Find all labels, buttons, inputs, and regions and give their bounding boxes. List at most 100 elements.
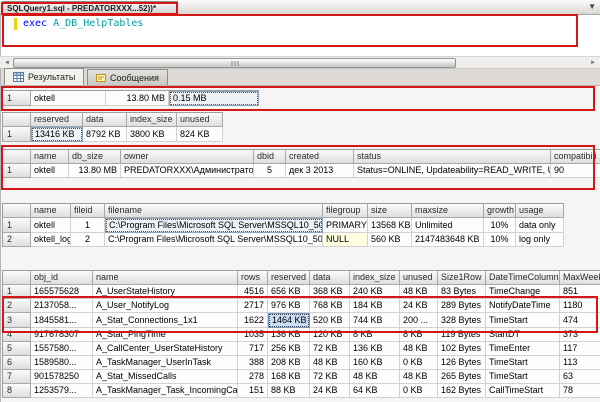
column-header[interactable]: name <box>31 150 69 164</box>
row-header[interactable]: 1 <box>3 218 31 233</box>
grid-cell[interactable]: 256 KB <box>268 342 310 356</box>
grid-cell[interactable]: C:\Program Files\Microsoft SQL Server\MS… <box>105 233 323 247</box>
tab-messages[interactable]: Сообщения <box>87 69 168 85</box>
column-header[interactable]: unused <box>400 271 438 285</box>
grid-cell[interactable]: 63 <box>560 370 600 384</box>
grid-cell[interactable]: 24 KB <box>310 384 350 398</box>
scroll-right-icon[interactable]: ► <box>588 58 598 68</box>
column-header[interactable]: db_size <box>69 150 121 164</box>
grid-cell[interactable]: A_CallCenter_UserStateHistory <box>93 342 238 356</box>
row-header[interactable]: 6 <box>3 356 31 370</box>
grid-cell[interactable]: 1622 <box>238 313 268 328</box>
grid-cell[interactable]: A_UserStateHistory <box>93 285 238 299</box>
column-header[interactable]: index_size <box>127 113 177 127</box>
grid-cell[interactable]: 368 KB <box>310 285 350 299</box>
grid-cell[interactable]: A_Stat_PingTime <box>93 328 238 342</box>
grid-cell[interactable]: дек 3 2013 <box>286 164 354 178</box>
grid-cell[interactable]: 88 KB <box>268 384 310 398</box>
column-header[interactable]: rows <box>238 271 268 285</box>
column-header[interactable]: Size1Row <box>438 271 486 285</box>
grid-cell[interactable]: TimeChange <box>486 285 560 299</box>
grid-cell[interactable]: Unlimited <box>412 218 484 233</box>
grid-cell[interactable]: 656 KB <box>268 285 310 299</box>
grid-cell[interactable]: data only <box>516 218 564 233</box>
grid-cell[interactable]: TimeEnter <box>486 342 560 356</box>
grid-cell[interactable]: 901578250 <box>31 370 93 384</box>
grid-cell[interactable]: 48 KB <box>400 370 438 384</box>
column-header[interactable]: owner <box>121 150 254 164</box>
grid-corner-cell[interactable] <box>3 204 31 218</box>
grid-cell[interactable]: oktell_log <box>31 233 71 247</box>
grid-cell[interactable]: 851 <box>560 285 600 299</box>
grid-cell[interactable]: 265 Bytes <box>438 370 486 384</box>
grid-cell[interactable]: A_TaskManager_UserInTask <box>93 356 238 370</box>
grid-cell[interactable]: 1557580... <box>31 342 93 356</box>
grid-cell[interactable]: 560 KB <box>368 233 412 247</box>
grid-cell[interactable]: 373 <box>560 328 600 342</box>
grid-cell[interactable]: 136 KB <box>268 328 310 342</box>
grid-cell[interactable]: 48 KB <box>310 356 350 370</box>
grid-cell[interactable]: 208 KB <box>268 356 310 370</box>
scrollbar-thumb[interactable] <box>13 58 456 68</box>
grid-cell[interactable]: 200 ... <box>400 313 438 328</box>
grid-cell[interactable]: 136 KB <box>350 342 400 356</box>
grid-cell[interactable]: 1180 <box>560 299 600 313</box>
grid-database-info[interactable]: namedb_sizeownerdbidcreatedstatuscompati… <box>2 149 600 178</box>
column-header[interactable]: reserved <box>268 271 310 285</box>
grid-cell[interactable]: 117 <box>560 342 600 356</box>
grid-cell[interactable]: 3800 KB <box>127 127 177 142</box>
row-header[interactable]: 1 <box>3 285 31 299</box>
grid-cell[interactable]: 10% <box>484 233 516 247</box>
grid-cell[interactable]: 1035 <box>238 328 268 342</box>
grid-cell[interactable]: oktell <box>31 91 106 106</box>
grid-cell[interactable]: 976 KB <box>268 299 310 313</box>
grid-cell[interactable]: 1845581... <box>31 313 93 328</box>
row-header[interactable]: 1 <box>3 91 31 106</box>
column-header[interactable]: fileid <box>71 204 105 218</box>
grid-cell[interactable]: 0 KB <box>400 384 438 398</box>
grid-cell[interactable]: 4516 <box>238 285 268 299</box>
editor-hscrollbar[interactable]: ◄ ► <box>0 56 600 69</box>
grid-corner-cell[interactable] <box>3 113 31 127</box>
column-header[interactable]: filegroup <box>323 204 368 218</box>
grid-cell[interactable]: 0.15 MB <box>169 91 259 106</box>
row-header[interactable]: 3 <box>3 313 31 328</box>
scroll-left-icon[interactable]: ◄ <box>2 58 12 68</box>
grid-cell[interactable]: 278 <box>238 370 268 384</box>
row-header[interactable]: 4 <box>3 328 31 342</box>
column-header[interactable]: name <box>93 271 238 285</box>
column-header[interactable]: filename <box>105 204 323 218</box>
column-header[interactable]: compatibili <box>551 150 600 164</box>
grid-space-usage[interactable]: reserveddataindex_sizeunused113416 KB879… <box>2 112 223 142</box>
sql-editor-pane[interactable]: exec A_DB_HelpTables <box>0 15 600 56</box>
grid-cell[interactable]: 48 KB <box>400 285 438 299</box>
grid-cell[interactable]: 1 <box>71 218 105 233</box>
grid-cell[interactable]: 126 Bytes <box>438 356 486 370</box>
grid-cell[interactable]: 13.80 MB <box>69 164 121 178</box>
tab-overflow-icon[interactable]: ▼ <box>588 2 596 11</box>
row-header[interactable]: 1 <box>3 127 31 142</box>
grid-cell[interactable]: 72 KB <box>310 370 350 384</box>
grid-cell[interactable]: 1464 KB <box>268 313 310 328</box>
grid-cell[interactable]: 13568 KB <box>368 218 412 233</box>
grid-cell[interactable]: 48 KB <box>350 370 400 384</box>
grid-cell[interactable]: 388 <box>238 356 268 370</box>
grid-cell[interactable]: log only <box>516 233 564 247</box>
grid-cell[interactable]: 160 KB <box>350 356 400 370</box>
row-header[interactable]: 2 <box>3 299 31 313</box>
grid-database-files[interactable]: namefileidfilenamefilegroupsizemaxsizegr… <box>2 203 564 247</box>
grid-corner-cell[interactable] <box>3 271 31 285</box>
column-header[interactable]: data <box>83 113 127 127</box>
grid-cell[interactable]: 717 <box>238 342 268 356</box>
grid-cell[interactable]: 78 <box>560 384 600 398</box>
document-tab[interactable]: SQLQuery1.sql - PREDATORXXX...52))* <box>2 1 178 15</box>
grid-cell[interactable]: 1253579... <box>31 384 93 398</box>
grid-cell[interactable]: 119 Bytes <box>438 328 486 342</box>
grid-cell[interactable]: 2137058... <box>31 299 93 313</box>
grid-cell[interactable]: CallTimeStart <box>486 384 560 398</box>
grid-cell[interactable]: 917678307 <box>31 328 93 342</box>
grid-cell[interactable]: 2717 <box>238 299 268 313</box>
grid-cell[interactable]: NULL <box>323 233 368 247</box>
column-header[interactable]: MaxWeekRo <box>560 271 600 285</box>
column-header[interactable]: DateTimeColumn <box>486 271 560 285</box>
